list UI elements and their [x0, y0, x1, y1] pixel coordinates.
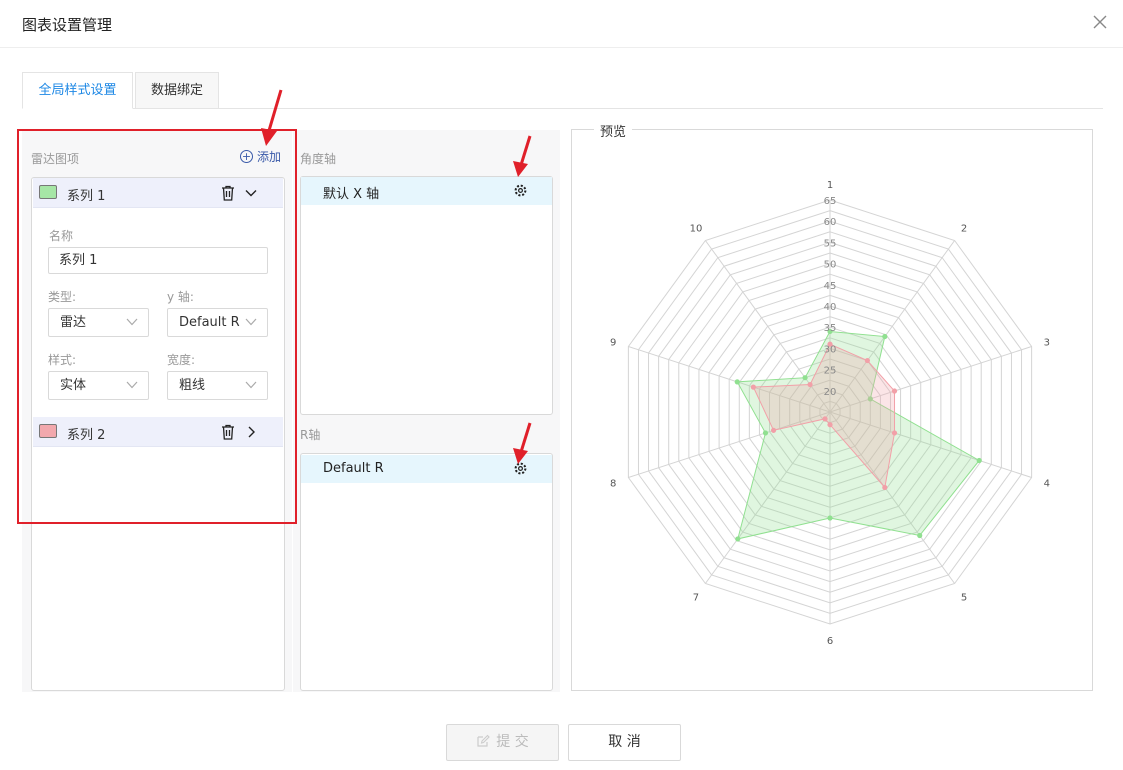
radar-data-point — [882, 333, 888, 340]
chevron-right-icon[interactable] — [243, 424, 259, 440]
radar-data-point — [770, 427, 777, 433]
radar-data-point — [891, 430, 898, 436]
preview-panel: 20 25 30 35 40 45 50 55 60 65 1 2 3 4 5 6 7 8 9 10 — [571, 129, 1093, 691]
radar-data-point — [822, 416, 828, 422]
radar-r-tick-label: 65 — [824, 196, 837, 207]
style-select-value: 实体 — [60, 378, 87, 393]
dialog-header: 图表设置管理 — [0, 0, 1123, 48]
radar-category-label: 7 — [693, 592, 699, 603]
series-color-swatch[interactable] — [39, 424, 57, 438]
chevron-down-icon — [126, 381, 138, 389]
radar-category-label: 1 — [827, 180, 833, 191]
style-label: 样式: — [48, 353, 77, 367]
radar-category-label: 8 — [610, 478, 616, 489]
radar-r-tick-label: 60 — [824, 217, 837, 228]
radar-data-point — [891, 388, 898, 394]
trash-icon[interactable] — [221, 185, 235, 201]
type-select[interactable]: 雷达 — [48, 308, 149, 337]
radar-category-label: 6 — [827, 636, 833, 647]
gear-icon[interactable] — [513, 461, 528, 476]
radar-r-tick-label: 20 — [824, 387, 837, 398]
r-axis-label: R轴 — [300, 428, 321, 442]
tab-bar: 全局样式设置 数据绑定 — [22, 72, 1103, 109]
angle-axis-item[interactable]: 默认 X 轴 — [301, 177, 552, 205]
radar-r-tick-label: 30 — [824, 344, 837, 355]
angle-axis-panel — [300, 176, 553, 415]
y-axis-select-value: Default R — [179, 315, 240, 330]
chart-settings-dialog: 图表设置管理 全局样式设置 数据绑定 雷达图项 + 添加 系列 1 名称 系列 … — [0, 0, 1123, 770]
series-name-label: 系列 2 — [67, 428, 106, 443]
radar-r-tick-label: 45 — [824, 281, 837, 292]
radar-data-point — [882, 484, 888, 491]
add-label: 添加 — [257, 150, 282, 164]
series-row-2[interactable]: 系列 2 — [33, 417, 283, 447]
style-select[interactable]: 实体 — [48, 371, 149, 400]
trash-icon[interactable] — [221, 424, 235, 440]
radar-r-tick-label: 25 — [824, 366, 837, 377]
radar-data-point — [827, 422, 833, 428]
preview-label: 预览 — [594, 121, 633, 140]
radar-r-tick-label: 50 — [824, 260, 837, 271]
radar-data-point — [976, 457, 982, 464]
radar-data-point — [917, 532, 923, 539]
series-color-swatch[interactable] — [39, 185, 57, 199]
y-axis-label: y 轴: — [167, 290, 194, 304]
radar-data-point — [807, 381, 813, 388]
r-axis-item[interactable]: Default R — [301, 455, 552, 483]
chevron-down-icon[interactable] — [243, 185, 259, 201]
radar-r-tick-label: 55 — [824, 238, 837, 249]
radar-category-label: 3 — [1044, 338, 1050, 349]
series-row-1[interactable]: 系列 1 — [33, 178, 283, 208]
radar-r-tick-label: 35 — [824, 323, 837, 334]
close-icon[interactable] — [1090, 12, 1110, 32]
radar-category-label: 10 — [690, 224, 703, 235]
r-axis-panel — [300, 453, 553, 691]
radar-data-point — [802, 375, 808, 381]
angle-axis-item-name: 默认 X 轴 — [323, 187, 380, 202]
r-axis-item-name: Default R — [323, 461, 384, 476]
width-label: 宽度: — [167, 353, 196, 367]
submit-label: 提 交 — [496, 734, 529, 750]
radar-data-point — [827, 515, 833, 521]
cancel-button[interactable]: 取 消 — [568, 724, 681, 761]
type-label: 类型: — [48, 290, 77, 304]
radar-items-label: 雷达图项 — [31, 152, 80, 166]
angle-axis-label: 角度轴 — [300, 152, 337, 166]
series-name-label: 系列 1 — [67, 189, 106, 204]
tab-data-binding[interactable]: 数据绑定 — [135, 72, 219, 109]
y-axis-select[interactable]: Default R — [167, 308, 268, 337]
radar-category-label: 9 — [610, 338, 616, 349]
radar-data-point — [734, 379, 740, 385]
gear-icon[interactable] — [513, 183, 528, 198]
radar-data-point — [750, 384, 756, 390]
add-series-button[interactable]: + 添加 — [240, 148, 281, 165]
radar-data-point — [864, 357, 870, 364]
radar-data-point — [735, 536, 741, 542]
width-select[interactable]: 粗线 — [167, 371, 268, 400]
radar-chart: 2025303540455055606512345678910 — [610, 180, 1050, 647]
add-circle-icon: + — [240, 150, 253, 163]
chevron-down-icon — [245, 318, 257, 326]
dialog-title: 图表设置管理 — [22, 16, 113, 34]
radar-category-label: 5 — [961, 592, 967, 603]
width-select-value: 粗线 — [179, 378, 206, 393]
chevron-down-icon — [126, 318, 138, 326]
edit-icon — [477, 734, 491, 747]
radar-r-tick-label: 40 — [824, 302, 837, 313]
radar-category-label: 2 — [961, 224, 967, 235]
radar-category-label: 4 — [1044, 478, 1050, 489]
submit-button[interactable]: 提 交 — [446, 724, 559, 761]
series-name-input[interactable]: 系列 1 — [48, 247, 268, 274]
radar-data-point — [762, 430, 769, 436]
chevron-down-icon — [245, 381, 257, 389]
tab-global-style[interactable]: 全局样式设置 — [22, 72, 133, 109]
name-label: 名称 — [49, 229, 74, 243]
type-select-value: 雷达 — [60, 315, 87, 330]
